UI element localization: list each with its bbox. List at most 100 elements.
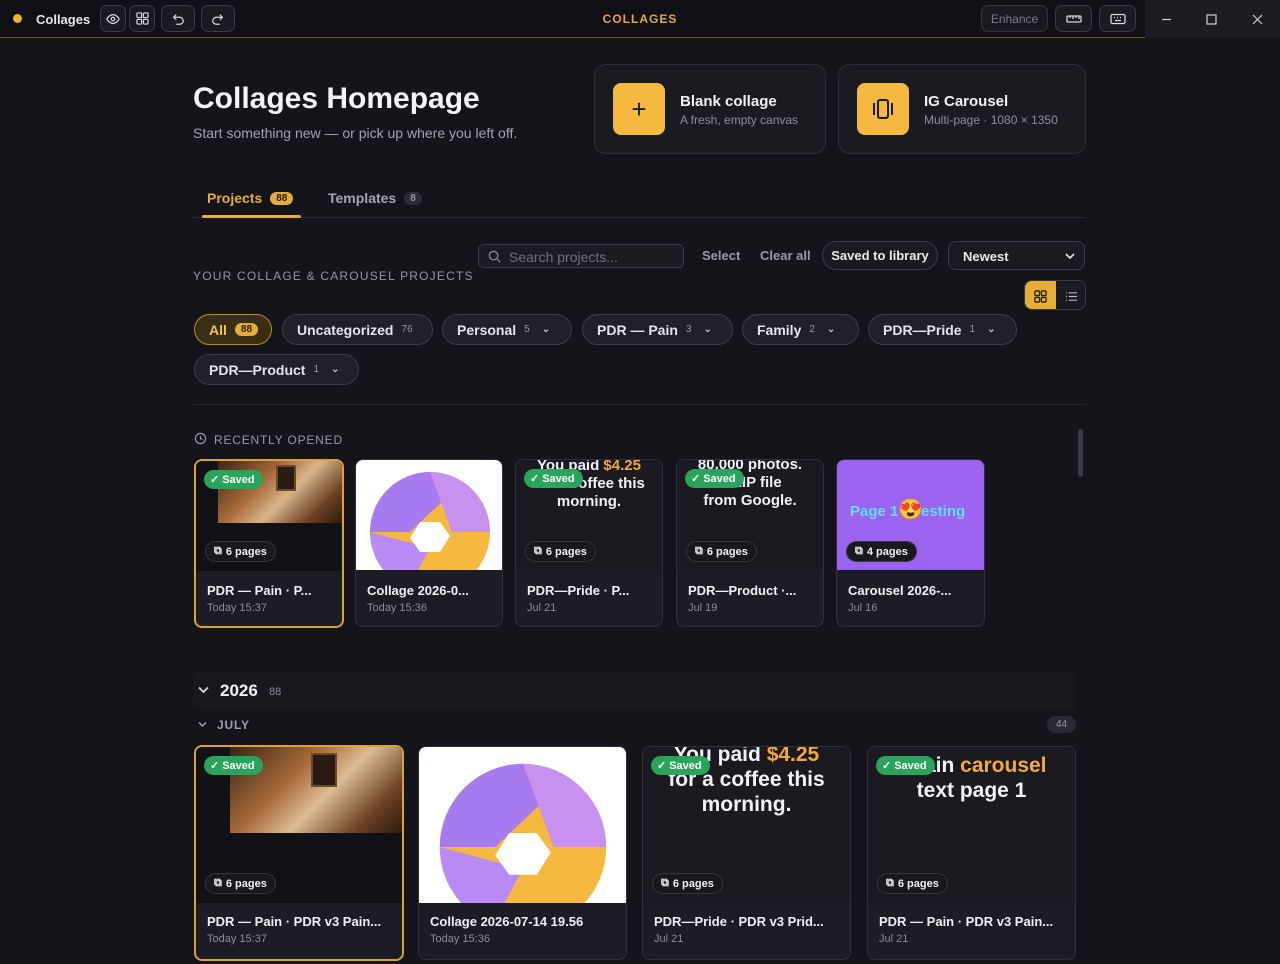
clock-icon xyxy=(194,432,207,445)
ig-carousel-card[interactable]: IG Carousel Multi-page · 1080 × 1350 xyxy=(838,64,1086,154)
saved-badge: ✓ Saved xyxy=(685,469,744,488)
project-title: PDR — Pain · PDR v3 Pain... xyxy=(879,914,1054,929)
maximize-button[interactable] xyxy=(1200,9,1222,29)
search-input[interactable]: Search projects... xyxy=(478,244,684,268)
chevron-down-icon: ⌄ xyxy=(541,324,551,335)
filter-count: 1 xyxy=(313,364,320,375)
filter-label: PDR — Pain xyxy=(597,321,678,338)
pages-icon: ⧉ xyxy=(214,877,222,889)
list-icon xyxy=(1066,291,1077,301)
tab-projects[interactable]: Projects 88 xyxy=(207,190,294,206)
project-card[interactable]: You paid $4.25 for a coffee this morning… xyxy=(642,746,851,960)
filter-chip-personal[interactable]: Personal 5 ⌄ xyxy=(442,314,572,345)
clear-all-button[interactable]: Clear all xyxy=(760,248,811,263)
close-icon xyxy=(1252,14,1262,24)
recent-project-card[interactable]: Collage 2026-0... Today 15:36 xyxy=(355,459,503,627)
check-icon: ✓ xyxy=(530,473,540,485)
pages-icon: ⧉ xyxy=(695,545,703,557)
tab-label: Templates xyxy=(328,190,397,206)
grid-icon xyxy=(1034,289,1047,303)
check-icon: ✓ xyxy=(210,760,220,772)
section-divider xyxy=(193,404,1086,405)
filter-chip-pdr-product[interactable]: PDR—Product 1 ⌄ xyxy=(194,354,359,385)
filter-chip-pdr-pride[interactable]: PDR—Pride 1 ⌄ xyxy=(868,314,1017,345)
title-bar: Collages COLLAGES Enhance xyxy=(0,0,1280,38)
page-count-badge: ⧉ 6 pages xyxy=(652,873,723,894)
project-date: Today 15:37 xyxy=(207,933,267,945)
page-subtitle: Start something new — or pick up where y… xyxy=(193,125,518,141)
page-count-badge: ⧉ 6 pages xyxy=(525,541,596,562)
page-title: Collages Homepage xyxy=(193,82,480,115)
recent-project-card[interactable]: ✓ Saved ⧉ 6 pages PDR — Pain · P... Today … xyxy=(194,459,344,628)
tab-divider xyxy=(193,217,1086,218)
project-date: Jul 21 xyxy=(654,933,684,945)
project-title: PDR — Pain · PDR v3 Pain... xyxy=(207,914,382,929)
quick-action-subtitle: Multi-page · 1080 × 1350 xyxy=(924,113,1058,127)
chevron-down-icon[interactable] xyxy=(198,686,209,694)
list-view-button[interactable] xyxy=(1056,281,1085,309)
filter-chip-pdr-pain[interactable]: PDR — Pain 3 ⌄ xyxy=(582,314,733,345)
chevron-down-icon: ⌄ xyxy=(826,324,836,335)
minimize-button[interactable] xyxy=(1155,9,1177,29)
saved-to-library-button[interactable]: Saved to library xyxy=(822,241,938,270)
tab-label: Projects xyxy=(207,190,263,206)
filter-chip-uncategorized[interactable]: Uncategorized 76 xyxy=(282,314,433,345)
project-card[interactable]: Main carousel text page 1 ✓Saved ⧉6 page… xyxy=(867,746,1076,960)
pages-icon: ⧉ xyxy=(661,877,669,889)
grid-view-button[interactable] xyxy=(1025,281,1056,309)
pages-icon: ⧉ xyxy=(886,877,894,889)
chevron-down-icon[interactable] xyxy=(198,721,207,728)
saved-label: Saved xyxy=(894,759,927,772)
ruler-icon xyxy=(1065,14,1082,23)
filter-chip-family[interactable]: Family 2 ⌄ xyxy=(742,314,859,345)
minimize-icon xyxy=(1161,18,1171,20)
recent-project-card[interactable]: 80,000 photos. A ZIP file from Google. ✓… xyxy=(676,459,824,627)
aperture-logo xyxy=(369,472,490,570)
keyboard-button[interactable] xyxy=(1099,5,1136,32)
project-card[interactable]: ✓ Saved ⧉ 6 pages PDR — Pain · PDR v3 Pain… xyxy=(194,745,404,961)
search-icon xyxy=(488,250,501,263)
quick-action-title: IG Carousel xyxy=(924,93,1009,110)
filter-label: PDR—Pride xyxy=(883,321,962,338)
view-toggle xyxy=(1024,280,1086,310)
page-count-badge: ⧉ 6 pages xyxy=(877,873,948,894)
project-card[interactable]: Collage 2026-07-14 19.56 Today 15:36 xyxy=(418,746,627,960)
select-button[interactable]: Select xyxy=(702,248,740,263)
chevron-down-icon: ⌄ xyxy=(987,324,996,335)
thumb-accent: carousel xyxy=(960,754,1047,777)
recent-scrollbar[interactable] xyxy=(1078,429,1083,477)
close-button[interactable] xyxy=(1246,9,1268,29)
heart-eyes-emoji: 😍 xyxy=(898,499,923,521)
pages-icon: ⧉ xyxy=(855,545,863,557)
search-placeholder: Search projects... xyxy=(509,249,618,265)
saved-label: Saved xyxy=(669,759,702,772)
project-title: PDR—Pride · P... xyxy=(527,583,630,598)
sort-select[interactable]: Newest xyxy=(948,241,1085,270)
pages-label: 6 pages xyxy=(672,877,714,890)
page-count-badge: ⧉ 6 pages xyxy=(205,873,276,894)
chevron-down-icon xyxy=(1065,253,1075,260)
section-label: YOUR COLLAGE & CAROUSEL PROJECTS xyxy=(193,269,474,283)
year-label: 2026 xyxy=(220,681,258,700)
project-title: Collage 2026-0... xyxy=(367,583,469,598)
project-date: Today 15:36 xyxy=(430,933,490,945)
pages-label: 6 pages xyxy=(706,545,748,558)
blank-collage-card[interactable]: + Blank collage A fresh, empty canvas xyxy=(594,64,826,154)
enhance-button[interactable]: Enhance xyxy=(981,5,1048,32)
saved-label: Saved xyxy=(222,473,255,486)
filter-chip-all[interactable]: All 88 xyxy=(194,314,272,345)
project-date: Today 15:36 xyxy=(367,602,427,614)
ruler-button[interactable] xyxy=(1055,5,1092,32)
recent-project-card[interactable]: Page 1 esting 😍 ⧉ 4 pages Carousel 2026-.… xyxy=(836,459,985,627)
page-count-badge: ⧉ 6 pages xyxy=(205,541,276,562)
year-group-header[interactable] xyxy=(193,672,1076,710)
recent-project-card[interactable]: You paid $4.25 for a coffee this morning… xyxy=(515,459,663,627)
tab-templates[interactable]: Templates 8 xyxy=(328,190,422,206)
filter-count: 2 xyxy=(809,324,815,335)
check-icon: ✓ xyxy=(882,760,892,772)
year-count: 88 xyxy=(269,686,282,698)
saved-badge: ✓ Saved xyxy=(204,756,263,775)
page-count-badge: ⧉ 6 pages xyxy=(686,541,757,562)
plus-icon: + xyxy=(613,83,665,135)
project-date: Today 15:37 xyxy=(207,602,267,614)
